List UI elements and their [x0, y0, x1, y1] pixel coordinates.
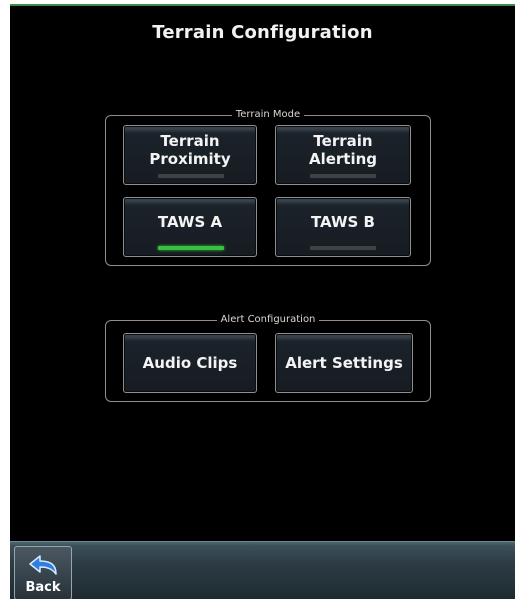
alert-settings-label: Alert Settings: [285, 354, 403, 372]
audio-clips-button[interactable]: Audio Clips: [123, 333, 257, 393]
back-button[interactable]: Back: [14, 546, 72, 599]
alert-configuration-label: Alert Configuration: [216, 314, 320, 325]
terrain-alerting-button[interactable]: Terrain Alerting: [275, 125, 411, 185]
terrain-alerting-line2: Alerting: [308, 150, 378, 168]
page-title: Terrain Configuration: [152, 22, 373, 43]
taws-a-label: TAWS A: [157, 213, 223, 231]
taws-b-label: TAWS B: [310, 213, 375, 231]
taws-b-indicator: [310, 246, 376, 250]
audio-clips-label: Audio Clips: [142, 354, 238, 372]
terrain-proximity-line2: Proximity: [149, 150, 231, 168]
terrain-proximity-button[interactable]: Terrain Proximity: [123, 125, 257, 185]
terrain-proximity-indicator: [158, 174, 224, 178]
taws-a-button[interactable]: TAWS A: [123, 197, 257, 257]
back-label: Back: [25, 580, 61, 595]
bottom-bar: Back: [10, 541, 515, 599]
terrain-alerting-line1: Terrain: [313, 132, 373, 150]
top-edge-line: [10, 4, 515, 6]
taws-a-indicator: [158, 246, 224, 250]
alert-settings-button[interactable]: Alert Settings: [275, 333, 413, 393]
taws-b-button[interactable]: TAWS B: [275, 197, 411, 257]
terrain-proximity-line1: Terrain: [160, 132, 220, 150]
terrain-configuration-screen: Terrain Configuration Terrain Mode Terra…: [10, 4, 515, 599]
back-arrow-icon: [29, 555, 57, 575]
terrain-alerting-indicator: [310, 174, 376, 178]
terrain-mode-label: Terrain Mode: [231, 109, 305, 120]
